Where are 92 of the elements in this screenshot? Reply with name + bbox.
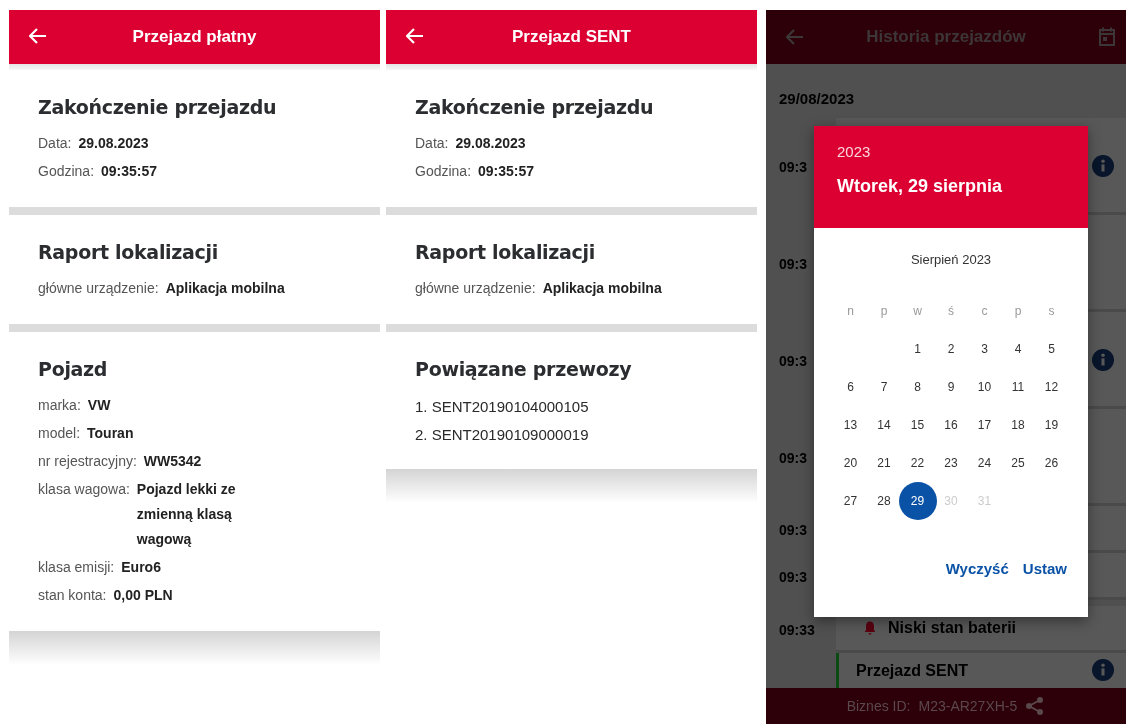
selected-date-title: Wtorek, 29 sierpnia [837,176,1004,197]
field-value: Pojazd lekki ze zmienną klasą wagową [136,480,237,549]
year-label[interactable]: 2023 [837,143,1088,160]
info-icon[interactable] [1092,155,1114,177]
entry-time: 09:3 [779,449,808,466]
entry-title: Przejazd SENT [856,661,969,680]
weekday-label: n [847,304,854,318]
weekday-label: ś [948,304,954,318]
business-id-value: M23-AR27XH-5 [918,698,1018,714]
day-cell[interactable]: 12 [1033,369,1070,405]
entry-time: 09:33 [779,621,815,638]
day-cell[interactable]: 3 [966,331,1003,367]
screen-title: Przejazd SENT [511,27,631,47]
field-label: marka: [38,396,81,415]
field-value: 09:35:57 [101,162,158,181]
day-cell[interactable]: 4 [1000,331,1036,367]
day-cell[interactable]: 15 [899,407,936,443]
month-label: Sierpień 2023 [909,252,993,267]
entry-time: 09:3 [779,568,808,585]
day-cell[interactable]: 29 [898,482,937,520]
entry-time: 09:3 [779,255,808,272]
field-label: Godzina: [415,162,472,181]
field-label: model: [38,424,81,443]
entry-time: 09:3 [779,158,808,175]
field-label: klasa emisji: [38,558,115,577]
day-cell[interactable]: 11 [1000,369,1036,405]
field-value: Aplikacja mobilna [542,279,662,298]
field-value: VW [87,396,111,415]
field-label: główne urządzenie: [38,279,159,298]
entry-time: 09:3 [779,352,808,369]
info-icon[interactable] [1092,349,1114,371]
share-icon[interactable] [1025,696,1046,716]
day-cell[interactable]: 26 [1033,445,1070,481]
day-cell[interactable]: 27 [832,483,869,519]
day-cell[interactable]: 9 [933,369,969,405]
field-value: Touran [87,424,134,443]
calendar-icon[interactable] [1098,27,1116,47]
field-value: 09:35:57 [478,162,535,181]
day-cell[interactable]: 16 [933,407,969,443]
dialog-action-button[interactable]: Wyczyść [942,556,1012,581]
field-label: Data: [38,134,72,153]
field-value: 29.08.2023 [78,134,149,153]
info-icon[interactable] [1092,659,1114,681]
section-title: Zakończenie przejazdu [415,96,655,118]
weekday-label: p [880,304,888,318]
weekday-label: w [913,304,922,318]
day-cell[interactable]: 19 [1033,407,1070,443]
weekday-label: s [1048,304,1055,318]
field-value: Euro6 [121,558,161,577]
bell-icon [863,620,877,636]
day-cell[interactable]: 1 [899,331,936,367]
day-cell[interactable]: 8 [899,369,936,405]
screen-title: Przejazd płatny [132,27,257,47]
entry-time: 09:3 [779,521,808,538]
day-cell[interactable]: 5 [1033,331,1070,367]
section-title: Raport lokalizacji [415,241,596,263]
section-title: Pojazd [38,358,109,380]
day-cell[interactable]: 13 [832,407,869,443]
day-cell[interactable]: 25 [1000,445,1036,481]
dialog-action-button[interactable]: Ustaw [1019,556,1070,581]
list-item[interactable]: 2. SENT20190109000019 [415,421,757,449]
field-label: główne urządzenie: [415,279,536,298]
section-title: Raport lokalizacji [38,241,219,263]
day-cell[interactable]: 14 [866,407,902,443]
day-cell[interactable]: 18 [1000,407,1036,443]
business-id-label: Biznes ID: [846,698,911,714]
field-label: klasa wagowa: [38,480,130,499]
day-cell[interactable]: 2 [933,331,969,367]
day-cell[interactable]: 23 [933,445,969,481]
list-item[interactable]: 1. SENT20190104000105 [415,393,757,421]
weekday-label: c [981,304,988,318]
day-cell[interactable]: 7 [866,369,902,405]
day-cell[interactable]: 17 [966,407,1003,443]
field-label: nr rejestracyjny: [38,452,137,471]
field-value: Aplikacja mobilna [165,279,285,298]
field-value: 0,00 PLN [113,586,173,605]
field-label: Godzina: [38,162,95,181]
day-cell[interactable]: 21 [866,445,902,481]
entry-title: Niski stan baterii [888,619,1017,637]
field-label: Data: [415,134,449,153]
day-cell[interactable]: 22 [899,445,936,481]
field-value: WW5342 [143,452,202,471]
day-cell[interactable]: 24 [966,445,1003,481]
day-cell[interactable]: 6 [832,369,869,405]
day-cell[interactable]: 10 [966,369,1003,405]
field-value: 29.08.2023 [455,134,526,153]
weekday-label: p [1014,304,1022,318]
field-label: stan konta: [38,586,107,605]
section-title: Powiązane przewozy [415,358,633,380]
section-title: Zakończenie przejazdu [38,96,278,118]
date-heading: 29/08/2023 [778,89,855,109]
day-cell[interactable]: 20 [832,445,869,481]
